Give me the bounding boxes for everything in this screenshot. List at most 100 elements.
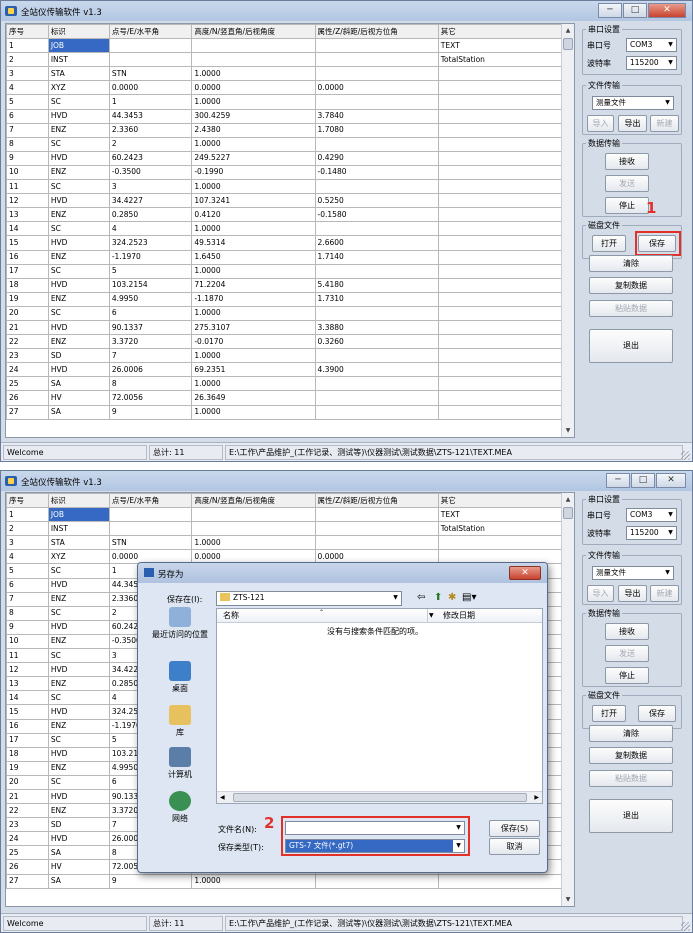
back-icon[interactable]: ⇦	[417, 592, 425, 603]
table-cell[interactable]: HVD	[47, 193, 110, 209]
table-cell[interactable]	[108, 38, 193, 54]
table-cell[interactable]	[437, 122, 563, 138]
table-cell[interactable]: 25	[6, 845, 49, 861]
table-row[interactable]: 27 SA 9 1.0000	[6, 404, 563, 420]
table-cell[interactable]: 27	[6, 873, 49, 889]
table-cell[interactable]: STA	[47, 66, 110, 82]
stop-button[interactable]: 停止	[605, 667, 649, 684]
table-cell[interactable]: 2	[108, 136, 193, 152]
place-computer[interactable]: 计算机	[148, 747, 212, 780]
copy-data-button[interactable]: 复制数据	[589, 747, 673, 764]
table-cell[interactable]: TotalStation	[437, 52, 563, 68]
table-cell[interactable]	[314, 179, 439, 195]
table-cell[interactable]: 17	[6, 263, 49, 279]
maximize-button[interactable]: □	[631, 473, 655, 488]
column-header[interactable]: 点号/E/水平角	[108, 493, 193, 509]
table-cell[interactable]: 5	[6, 94, 49, 110]
table-cell[interactable]: STN	[108, 66, 193, 82]
table-cell[interactable]	[437, 108, 563, 124]
column-header[interactable]: 高度/N/竖直角/后视角度	[191, 24, 316, 40]
table-cell[interactable]: 1.0000	[191, 376, 316, 392]
table-cell[interactable]: 26	[6, 390, 49, 406]
table-cell[interactable]: 15	[6, 704, 49, 720]
table-cell[interactable]	[314, 136, 439, 152]
table-cell[interactable]: 34.4227	[108, 193, 193, 209]
table-cell[interactable]: 9	[108, 404, 193, 420]
table-cell[interactable]: HVD	[47, 788, 110, 805]
table-cell[interactable]: 19	[6, 760, 49, 776]
table-cell[interactable]: 2.3360	[108, 122, 193, 138]
table-cell[interactable]: 44.3453	[108, 108, 193, 124]
table-cell[interactable]: 72.0056	[108, 390, 193, 406]
table-cell[interactable]: 1	[6, 38, 49, 54]
table-cell[interactable]	[437, 66, 563, 82]
table-cell[interactable]	[437, 263, 563, 279]
table-cell[interactable]: 1.0000	[191, 348, 316, 364]
scroll-thumb[interactable]	[563, 507, 573, 519]
column-header[interactable]: 属性/Z/斜距/后视方位角	[314, 24, 439, 40]
table-cell[interactable]: 12	[6, 662, 49, 678]
table-cell[interactable]	[437, 235, 563, 251]
table-cell[interactable]: 14	[6, 690, 49, 706]
table-cell[interactable]: SA	[47, 845, 110, 861]
table-cell[interactable]: HVD	[47, 362, 110, 378]
table-cell[interactable]	[437, 404, 563, 420]
vertical-scrollbar[interactable]: ▲ ▼	[561, 24, 574, 437]
dialog-close-button[interactable]: ✕	[509, 566, 541, 580]
table-row[interactable]: 2 INST TotalStation	[6, 52, 563, 68]
table-cell[interactable]: SC	[47, 94, 110, 110]
table-cell[interactable]: 300.4259	[191, 108, 316, 124]
table-cell[interactable]: 22	[6, 334, 49, 350]
table-cell[interactable]	[314, 376, 439, 392]
table-cell[interactable]: SC	[47, 221, 110, 237]
table-cell[interactable]: 9	[6, 619, 49, 635]
table-cell[interactable]: ENZ	[47, 591, 110, 607]
table-row[interactable]: 18HVD103.215471.22045.4180	[6, 277, 563, 293]
table-cell[interactable]: 3.3720	[108, 334, 193, 350]
table-cell[interactable]: 69.2351	[191, 362, 316, 378]
table-row[interactable]: 23SD71.0000	[6, 348, 563, 364]
table-row[interactable]: 19ENZ4.9950-1.18701.7310	[6, 291, 563, 307]
stop-button[interactable]: 停止	[605, 197, 649, 214]
table-cell[interactable]: SC	[47, 648, 110, 664]
table-cell[interactable]: 1.0000	[191, 221, 316, 237]
column-header[interactable]: 标识	[47, 493, 110, 509]
table-cell[interactable]	[314, 507, 439, 523]
scroll-right-icon[interactable]: ▶	[534, 792, 539, 803]
table-cell[interactable]: STN	[108, 535, 193, 551]
table-row[interactable]: 6HVD44.3453300.42593.7840	[6, 108, 563, 124]
place-recent[interactable]: 最近访问的位置	[148, 607, 212, 640]
table-cell[interactable]	[437, 390, 563, 406]
table-cell[interactable]: 3.7840	[314, 108, 439, 124]
table-cell[interactable]	[191, 38, 316, 54]
table-cell[interactable]: ENZ	[47, 803, 110, 819]
table-cell[interactable]	[108, 507, 193, 523]
table-cell[interactable]: 3	[6, 535, 49, 551]
table-cell[interactable]: 1.7080	[314, 122, 439, 138]
table-cell[interactable]: 0.3260	[314, 334, 439, 350]
table-row[interactable]: 3 STA STN 1.0000	[6, 66, 563, 82]
table-cell[interactable]: HVD	[47, 108, 110, 124]
port-select[interactable]: COM3 ▼	[626, 508, 677, 522]
table-cell[interactable]: 12	[6, 193, 49, 209]
table-row[interactable]: 24HVD26.000669.23514.3900	[6, 362, 563, 378]
table-row[interactable]: 11SC31.0000	[6, 179, 563, 195]
table-cell[interactable]: ENZ	[47, 122, 110, 138]
table-cell[interactable]	[437, 164, 563, 181]
table-row[interactable]: 22ENZ3.3720-0.01700.3260	[6, 334, 563, 350]
table-cell[interactable]	[191, 507, 316, 523]
scroll-left-icon[interactable]: ◀	[220, 792, 225, 803]
table-cell[interactable]: 3.3880	[314, 319, 439, 336]
table-cell[interactable]: 249.5227	[191, 150, 316, 166]
table-cell[interactable]	[437, 291, 563, 307]
table-cell[interactable]: ENZ	[47, 334, 110, 350]
table-cell[interactable]: HVD	[47, 277, 110, 293]
table-cell[interactable]	[108, 521, 193, 537]
table-row[interactable]: 15HVD324.252349.53142.6600	[6, 235, 563, 251]
port-select[interactable]: COM3 ▼	[626, 38, 677, 52]
table-cell[interactable]	[437, 207, 563, 223]
table-cell[interactable]: SC	[47, 263, 110, 279]
column-header[interactable]: 其它	[437, 24, 563, 40]
table-cell[interactable]: 8	[6, 136, 49, 152]
table-cell[interactable]: ENZ	[47, 249, 110, 265]
